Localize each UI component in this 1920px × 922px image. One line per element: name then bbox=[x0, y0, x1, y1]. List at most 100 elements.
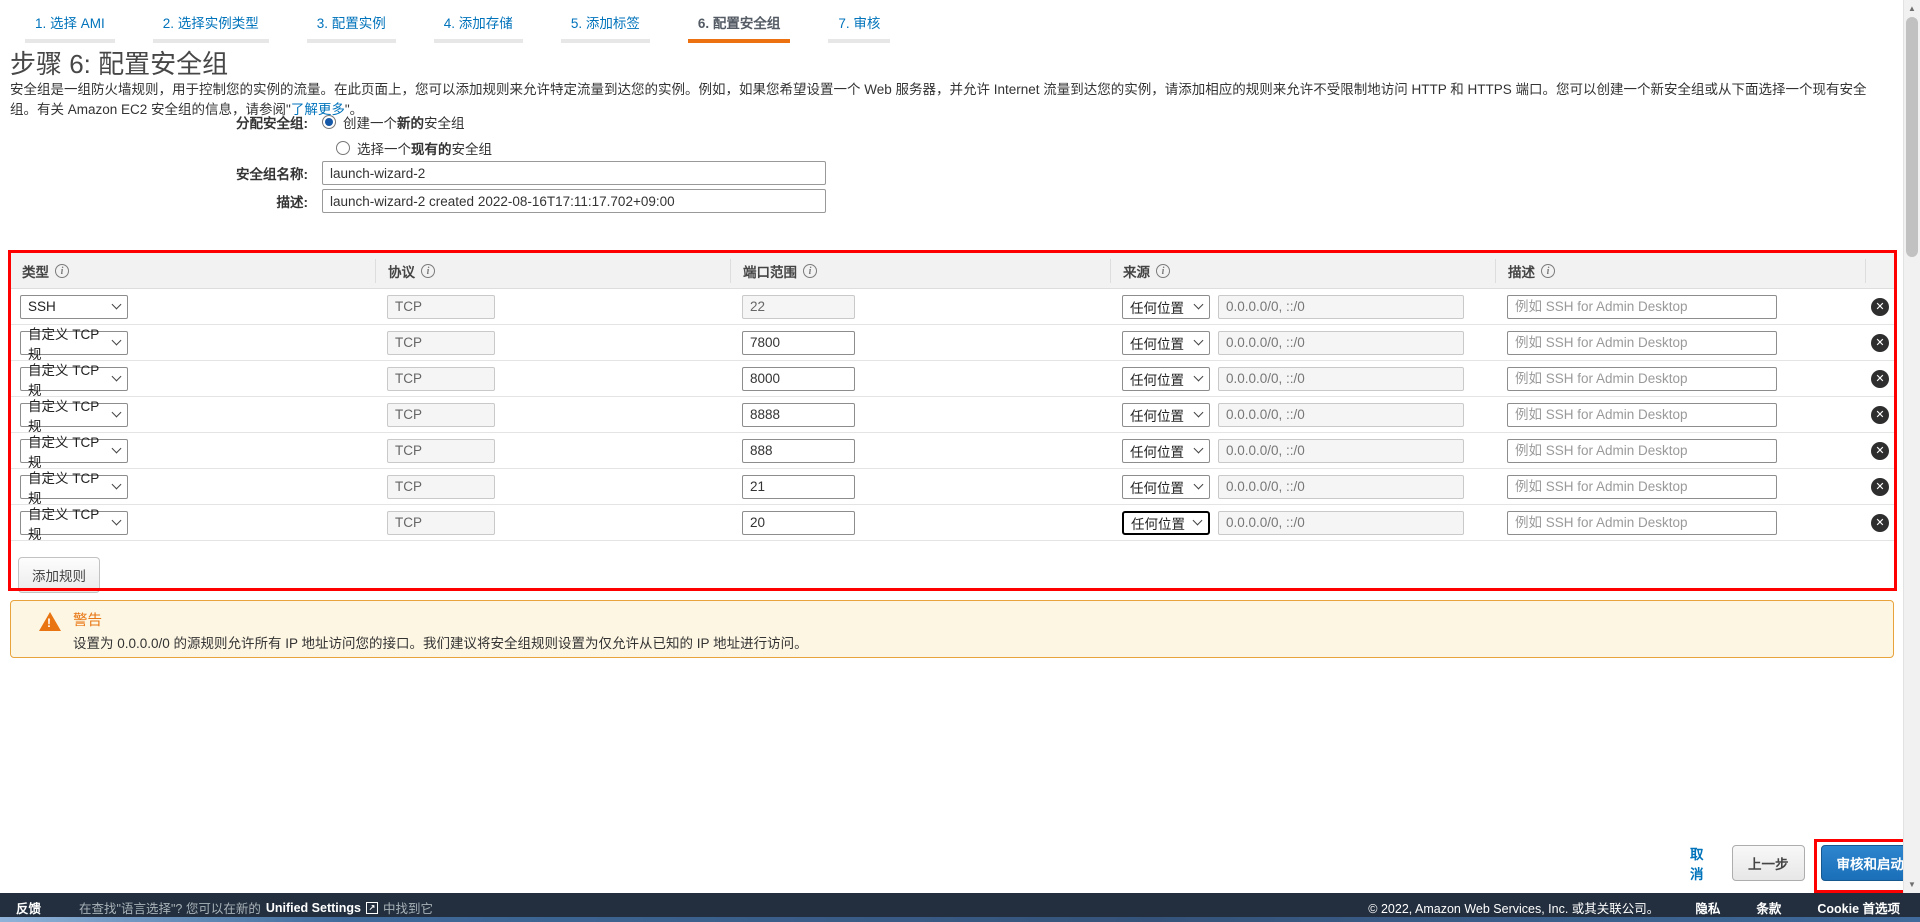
rule-row: 自定义 TCP 规 任何位置 ✕ bbox=[10, 325, 1896, 361]
rule-type-select[interactable]: 自定义 TCP 规 bbox=[20, 403, 128, 427]
radio-create-new-group[interactable] bbox=[322, 115, 336, 129]
chevron-down-icon bbox=[112, 300, 122, 310]
warning-body: 设置为 0.0.0.0/0 的源规则允许所有 IP 地址访问您的接口。我们建议将… bbox=[73, 632, 808, 652]
chevron-down-icon bbox=[1194, 300, 1204, 310]
group-desc-label: 描述: bbox=[0, 191, 322, 211]
rule-description-input[interactable] bbox=[1507, 367, 1777, 391]
cancel-button[interactable]: 取消 bbox=[1690, 843, 1716, 883]
chevron-down-icon bbox=[1194, 480, 1204, 490]
chevron-down-icon bbox=[1194, 336, 1204, 346]
rule-port-input[interactable] bbox=[742, 475, 855, 499]
group-desc-input[interactable] bbox=[322, 189, 826, 213]
language-hint-pre: 在查找"语言选择"? 您可以在新的 bbox=[79, 898, 261, 917]
rule-type-value: 自定义 TCP 规 bbox=[28, 395, 113, 435]
info-icon[interactable] bbox=[55, 264, 69, 278]
info-icon[interactable] bbox=[421, 264, 435, 278]
chevron-down-icon bbox=[1194, 444, 1204, 454]
rule-type-select[interactable]: 自定义 TCP 规 bbox=[20, 511, 128, 535]
privacy-link[interactable]: 隐私 bbox=[1695, 898, 1720, 917]
rule-protocol-input bbox=[387, 439, 495, 463]
rule-port-input[interactable] bbox=[742, 511, 855, 535]
rule-description-input[interactable] bbox=[1507, 331, 1777, 355]
info-icon[interactable] bbox=[1156, 264, 1170, 278]
scrollbar-thumb[interactable] bbox=[1906, 17, 1918, 257]
terms-link[interactable]: 条款 bbox=[1756, 898, 1781, 917]
wizard-tab[interactable]: 7. 审核 bbox=[828, 6, 890, 43]
wizard-tab[interactable]: 2. 选择实例类型 bbox=[153, 6, 269, 43]
feedback-link[interactable]: 反馈 bbox=[16, 898, 41, 917]
wizard-tab[interactable]: 6. 配置安全组 bbox=[688, 6, 791, 43]
col-header-protocol: 协议 bbox=[375, 259, 730, 283]
chevron-down-icon bbox=[112, 408, 122, 418]
rule-description-input[interactable] bbox=[1507, 475, 1777, 499]
wizard-tab[interactable]: 4. 添加存储 bbox=[434, 6, 523, 43]
group-name-input[interactable] bbox=[322, 161, 826, 185]
delete-rule-icon[interactable]: ✕ bbox=[1871, 478, 1889, 496]
source-select[interactable]: 任何位置 bbox=[1122, 439, 1210, 463]
delete-rule-icon[interactable]: ✕ bbox=[1871, 334, 1889, 352]
rule-type-value: 自定义 TCP 规 bbox=[28, 323, 113, 363]
rule-type-select[interactable]: 自定义 TCP 规 bbox=[20, 331, 128, 355]
vertical-scrollbar[interactable]: ▲ ▼ bbox=[1903, 0, 1920, 893]
source-select[interactable]: 任何位置 bbox=[1122, 367, 1210, 391]
scroll-up-icon[interactable]: ▲ bbox=[1904, 0, 1920, 17]
source-select[interactable]: 任何位置 bbox=[1122, 295, 1210, 319]
scroll-down-icon[interactable]: ▼ bbox=[1904, 876, 1920, 893]
rule-type-select[interactable]: 自定义 TCP 规 bbox=[20, 475, 128, 499]
rule-port-input[interactable] bbox=[742, 367, 855, 391]
cookie-preferences-link[interactable]: Cookie 首选项 bbox=[1817, 898, 1900, 917]
rule-port-input[interactable] bbox=[742, 439, 855, 463]
language-hint-post: 中找到它 bbox=[383, 898, 433, 917]
assign-group-label: 分配安全组: bbox=[0, 112, 322, 132]
rule-type-select[interactable]: 自定义 TCP 规 bbox=[20, 367, 128, 391]
select-existing-group-label: 选择一个现有的安全组 bbox=[357, 138, 492, 158]
rule-row: 自定义 TCP 规 任何位置 ✕ bbox=[10, 361, 1896, 397]
group-desc-row: 描述: bbox=[0, 189, 826, 213]
rule-source-input bbox=[1218, 511, 1464, 535]
delete-rule-icon[interactable]: ✕ bbox=[1871, 514, 1889, 532]
add-rule-button[interactable]: 添加规则 bbox=[18, 557, 100, 593]
rule-protocol-input bbox=[387, 403, 495, 427]
rule-description-input[interactable] bbox=[1507, 295, 1777, 319]
delete-rule-icon[interactable]: ✕ bbox=[1871, 298, 1889, 316]
source-type-value: 任何位置 bbox=[1131, 513, 1185, 533]
rule-description-input[interactable] bbox=[1507, 439, 1777, 463]
delete-rule-icon[interactable]: ✕ bbox=[1871, 406, 1889, 424]
rule-row: 自定义 TCP 规 任何位置 ✕ bbox=[10, 397, 1896, 433]
rules-table-header: 类型 协议 端口范围 来源 描述 bbox=[10, 253, 1896, 289]
previous-step-button[interactable]: 上一步 bbox=[1732, 845, 1805, 881]
delete-rule-icon[interactable]: ✕ bbox=[1871, 442, 1889, 460]
wizard-tab[interactable]: 3. 配置实例 bbox=[307, 6, 396, 43]
rule-source-input bbox=[1218, 367, 1464, 391]
col-header-actions bbox=[1865, 259, 1896, 283]
radio-select-existing-group[interactable] bbox=[336, 141, 350, 155]
source-select[interactable]: 任何位置 bbox=[1122, 403, 1210, 427]
launch-wizard-page: 1. 选择 AMI 2. 选择实例类型 3. 配置实例 4. 添加存储 5. 添加标签 6… bbox=[0, 0, 1920, 922]
rule-description-input[interactable] bbox=[1507, 403, 1777, 427]
rule-port-input bbox=[742, 295, 855, 319]
rule-protocol-input bbox=[387, 475, 495, 499]
delete-rule-icon[interactable]: ✕ bbox=[1871, 370, 1889, 388]
rule-source-input bbox=[1218, 475, 1464, 499]
rule-port-input[interactable] bbox=[742, 331, 855, 355]
unified-settings-link[interactable]: Unified Settings bbox=[266, 901, 361, 915]
rule-port-input[interactable] bbox=[742, 403, 855, 427]
copyright-text: © 2022, Amazon Web Services, Inc. 或其关联公司… bbox=[1368, 898, 1659, 917]
rule-type-select[interactable]: 自定义 TCP 规 bbox=[20, 439, 128, 463]
source-select[interactable]: 任何位置 bbox=[1122, 331, 1210, 355]
footer-right: © 2022, Amazon Web Services, Inc. 或其关联公司… bbox=[1368, 898, 1900, 917]
rule-type-select[interactable]: SSH bbox=[20, 295, 128, 319]
rule-description-input[interactable] bbox=[1507, 511, 1777, 535]
language-hint: 在查找"语言选择"? 您可以在新的 Unified Settings ↗ 中找到… bbox=[79, 898, 433, 917]
wizard-tab[interactable]: 1. 选择 AMI bbox=[25, 6, 115, 43]
wizard-tab[interactable]: 5. 添加标签 bbox=[561, 6, 650, 43]
info-icon[interactable] bbox=[1541, 264, 1555, 278]
source-select[interactable]: 任何位置 bbox=[1122, 475, 1210, 499]
assign-group-row: 分配安全组: 创建一个新的安全组 bbox=[0, 112, 465, 132]
chevron-down-icon bbox=[112, 516, 122, 526]
rule-source-input bbox=[1218, 439, 1464, 463]
chevron-down-icon bbox=[112, 336, 122, 346]
wizard-actions: 取消 上一步 审核和启动 bbox=[1690, 843, 1920, 883]
source-select[interactable]: 任何位置 bbox=[1122, 511, 1210, 535]
info-icon[interactable] bbox=[803, 264, 817, 278]
